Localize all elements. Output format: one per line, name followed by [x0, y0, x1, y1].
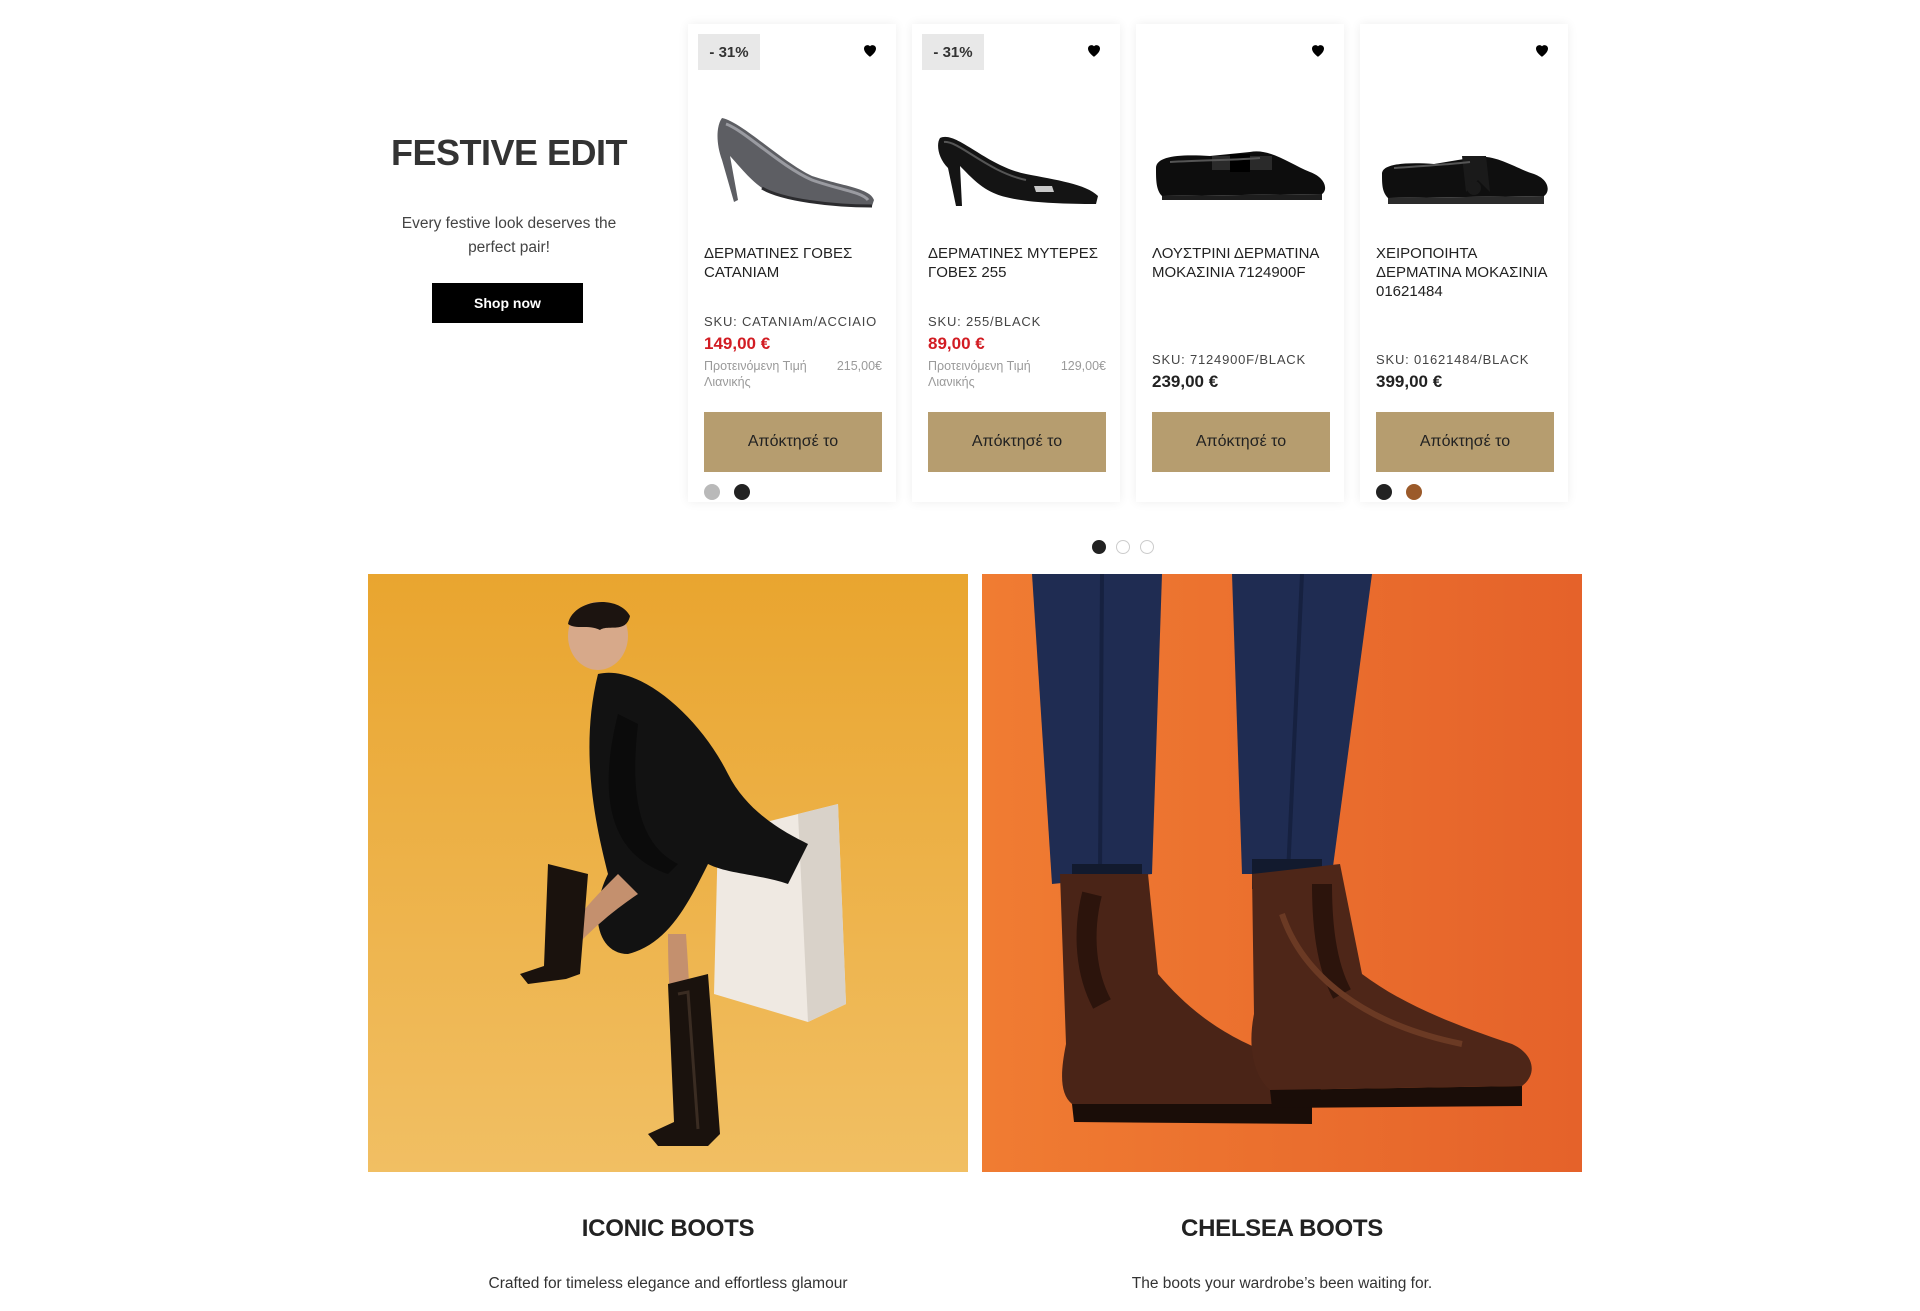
product-sku: SKU: 7124900F/BLACK [1152, 352, 1306, 367]
iconic-boots-image[interactable] [368, 574, 968, 1172]
heart-icon[interactable] [1309, 41, 1327, 59]
promo-subtitle: Every festive look deserves the perfect … [401, 215, 617, 256]
product-sku: SKU: CATANIAm/ACCIAIO [704, 314, 878, 329]
color-swatch-black[interactable] [1376, 484, 1392, 500]
product-image[interactable] [926, 100, 1106, 212]
rrp-value: 129,00€ [1060, 359, 1106, 373]
rrp-value: 215,00€ [836, 359, 882, 373]
heart-icon[interactable] [861, 41, 879, 59]
product-price: 399,00 € [1376, 372, 1443, 391]
discount-badge: - 31% [698, 34, 760, 70]
rrp-label: Προτεινόμενη Τιμή Λιανικής [928, 359, 1031, 389]
carousel-pagination [1092, 540, 1154, 554]
pagination-dot-2[interactable] [1116, 540, 1130, 554]
product-name[interactable]: ΔΕΡΜΑΤΙΝΕΣ ΓΟΒΕΣ CATANIAm [704, 244, 886, 282]
promo-title: FESTIVE EDIT [390, 132, 628, 173]
pagination-dot-3[interactable] [1140, 540, 1154, 554]
shop-now-button[interactable]: Shop now [432, 283, 583, 323]
buy-button[interactable]: Απόκτησέ το [1152, 412, 1330, 472]
color-swatch-grey[interactable] [704, 484, 720, 500]
buy-button[interactable]: Απόκτησέ το [1376, 412, 1554, 472]
product-image[interactable] [1150, 100, 1330, 212]
chelsea-boots-subtitle: The boots your wardrobe’s been waiting f… [1131, 1275, 1433, 1292]
rrp-label: Προτεινόμενη Τιμή Λιανικής [704, 359, 807, 389]
pagination-dot-1[interactable] [1092, 540, 1106, 554]
product-price: 149,00 € [704, 334, 771, 353]
heart-icon[interactable] [1085, 41, 1103, 59]
product-card[interactable]: - 31% ΔΕΡΜΑΤΙΝΕΣ ΜΥΤΕΡΕΣ ΓΟΒΕΣ 255 SKU: … [912, 24, 1120, 502]
heart-icon[interactable] [1533, 41, 1551, 59]
product-image[interactable] [1374, 100, 1554, 212]
product-sku: SKU: 255/BLACK [928, 314, 1042, 329]
product-price: 89,00 € [928, 334, 985, 353]
buy-button[interactable]: Απόκτησέ το [928, 412, 1106, 472]
recommended-retail-price: Προτεινόμενη Τιμή Λιανικής 129,00€ [928, 358, 1106, 390]
festive-promo: FESTIVE EDIT Every festive look deserves… [368, 0, 650, 520]
product-name[interactable]: ΧΕΙΡΟΠΟΙΗΤΑ ΔΕΡΜΑΤΙΝΑ ΜΟΚΑΣΙΝΙΑ 01621484 [1376, 244, 1558, 301]
product-name[interactable]: ΛΟΥΣΤΡΙΝΙ ΔΕΡΜΑΤΙΝΑ ΜΟΚΑΣΙΝΙΑ 7124900F [1152, 244, 1334, 282]
product-card[interactable]: ΛΟΥΣΤΡΙΝΙ ΔΕΡΜΑΤΙΝΑ ΜΟΚΑΣΙΝΙΑ 7124900F S… [1136, 24, 1344, 502]
product-price: 239,00 € [1152, 372, 1219, 391]
color-swatch-black[interactable] [734, 484, 750, 500]
product-sku: SKU: 01621484/BLACK [1376, 352, 1530, 367]
product-name[interactable]: ΔΕΡΜΑΤΙΝΕΣ ΜΥΤΕΡΕΣ ΓΟΒΕΣ 255 [928, 244, 1110, 282]
buy-button[interactable]: Απόκτησέ το [704, 412, 882, 472]
iconic-boots-title[interactable]: ICONIC BOOTS [368, 1215, 968, 1243]
recommended-retail-price: Προτεινόμενη Τιμή Λιανικής 215,00€ [704, 358, 882, 390]
product-image[interactable] [702, 100, 882, 212]
product-card[interactable]: - 31% ΔΕΡΜΑΤΙΝΕΣ ΓΟΒΕΣ CATANIAm SKU: CAT… [688, 24, 896, 502]
product-carousel: - 31% ΔΕΡΜΑΤΙΝΕΣ ΓΟΒΕΣ CATANIAm SKU: CAT… [688, 24, 1568, 504]
chelsea-boots-title[interactable]: CHELSEA BOOTS [982, 1215, 1582, 1243]
product-card[interactable]: ΧΕΙΡΟΠΟΙΗΤΑ ΔΕΡΜΑΤΙΝΑ ΜΟΚΑΣΙΝΙΑ 01621484… [1360, 24, 1568, 502]
discount-badge: - 31% [922, 34, 984, 70]
color-swatch-brown[interactable] [1406, 484, 1422, 500]
iconic-boots-subtitle: Crafted for timeless elegance and effort… [488, 1275, 848, 1292]
chelsea-boots-image[interactable] [982, 574, 1582, 1172]
